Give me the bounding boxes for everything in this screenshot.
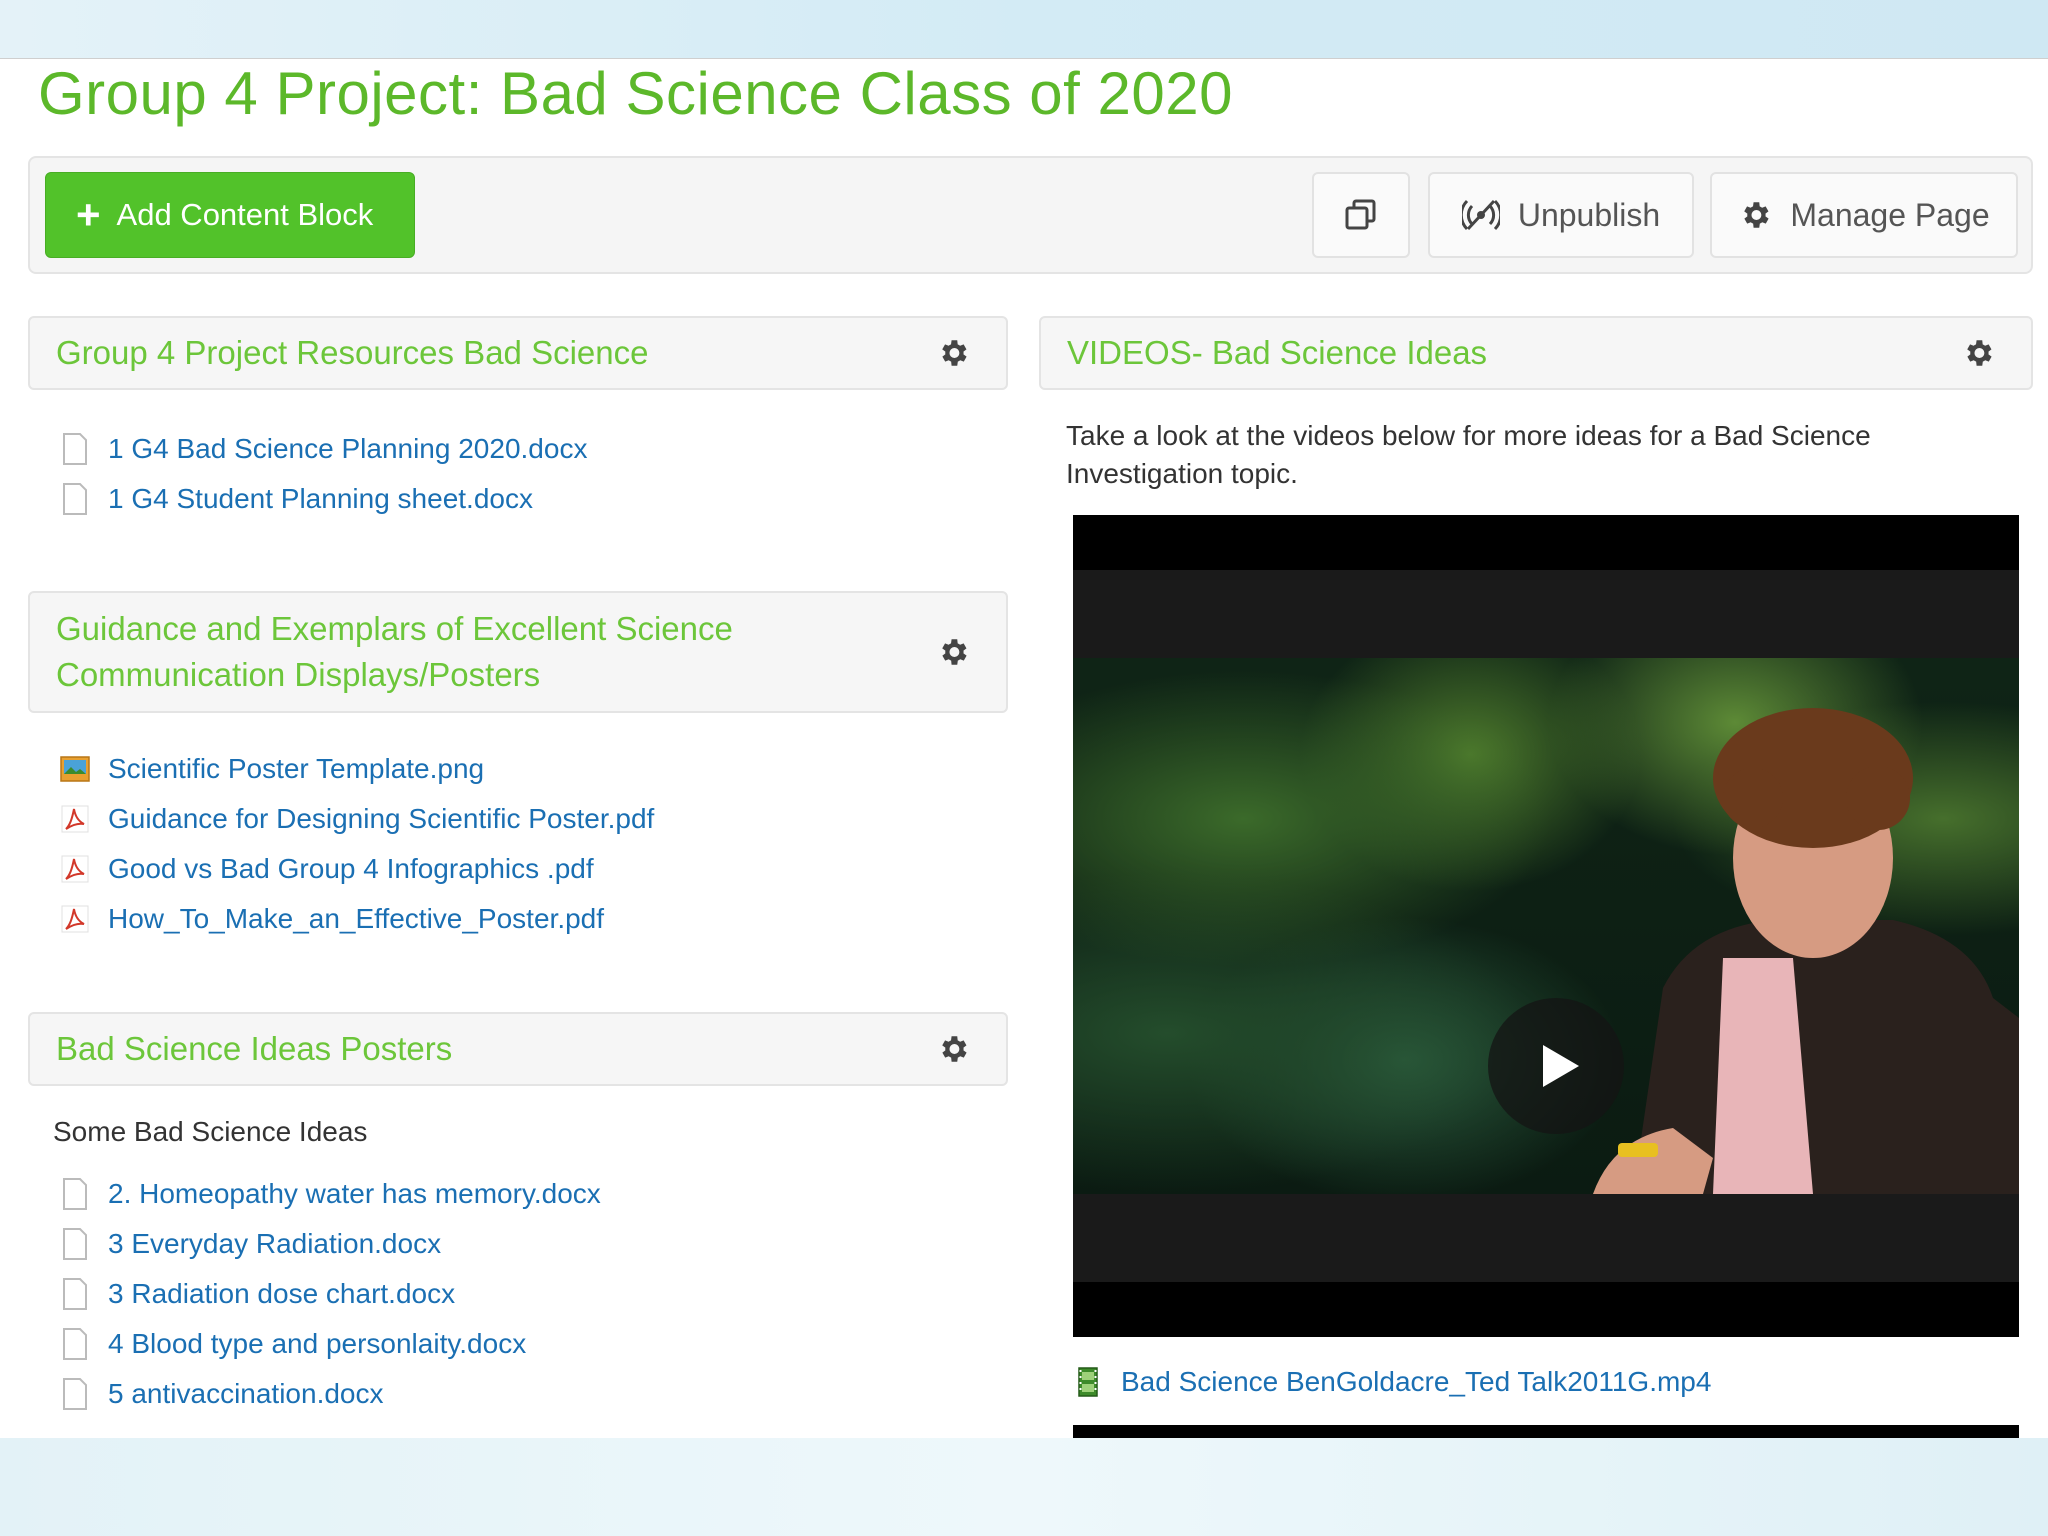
file-link[interactable]: 1 G4 Bad Science Planning 2020.docx [60, 424, 587, 474]
resources-block-title: Group 4 Project Resources Bad Science [56, 334, 649, 371]
document-icon [63, 1328, 87, 1360]
file-link[interactable]: 1 G4 Student Planning sheet.docx [60, 474, 587, 524]
web-page: Group 4 Project: Bad Science Class of 20… [0, 58, 2048, 1438]
document-icon [63, 1378, 87, 1410]
slide-frame-bottom [0, 1438, 2048, 1536]
gear-icon [1744, 202, 1769, 228]
posters-block-title: Bad Science Ideas Posters [56, 1030, 453, 1067]
document-icon [63, 1178, 87, 1210]
image-file-icon [60, 756, 90, 782]
video-letterbox-top [1073, 570, 2019, 658]
document-icon [63, 483, 87, 515]
video-file-link[interactable]: Bad Science BenGoldacre_Ted Talk2011G.mp… [1073, 1357, 1711, 1407]
add-content-block-label: Add Content Block [116, 197, 374, 232]
file-link[interactable]: 4 Blood type and personlaity.docx [60, 1319, 601, 1369]
page-toolbar: + Add Content Block Unpublish Manage Pag… [28, 156, 2033, 274]
unpublish-broadcast-icon [1461, 199, 1500, 231]
guidance-block-header: Guidance and Exemplars of Excellent Scie… [28, 591, 1008, 713]
pdf-icon [61, 805, 89, 833]
file-link[interactable]: 5 antivaccination.docx [60, 1369, 601, 1419]
duplicate-page-button[interactable] [1312, 172, 1410, 258]
resources-file-list: 1 G4 Bad Science Planning 2020.docx 1 G4… [60, 424, 587, 524]
file-link[interactable]: Good vs Bad Group 4 Infographics .pdf [60, 844, 654, 894]
play-button[interactable] [1488, 998, 1624, 1134]
videos-block-title: VIDEOS- Bad Science Ideas [1067, 334, 1488, 371]
block-settings-gear-icon[interactable] [936, 336, 970, 370]
resources-block-header: Group 4 Project Resources Bad Science [28, 316, 1008, 390]
guidance-block-title: Guidance and Exemplars of Excellent Scie… [56, 610, 733, 693]
posters-intro-text: Some Bad Science Ideas [53, 1116, 368, 1147]
video-letterbox-bottom [1073, 1194, 2019, 1282]
video-player[interactable] [1073, 515, 2019, 1337]
pdf-icon [61, 905, 89, 933]
slide-frame-top [0, 0, 2048, 58]
block-settings-gear-icon[interactable] [936, 635, 970, 669]
file-link[interactable]: Scientific Poster Template.png [60, 744, 654, 794]
document-icon [63, 1228, 87, 1260]
guidance-file-list: Scientific Poster Template.png Guidance … [60, 744, 654, 944]
posters-block-header: Bad Science Ideas Posters [28, 1012, 1008, 1086]
videos-description: Take a look at the videos below for more… [1066, 420, 1871, 489]
plus-icon: + [76, 191, 101, 238]
add-content-block-button[interactable]: + Add Content Block [45, 172, 415, 258]
block-settings-gear-icon[interactable] [1961, 336, 1995, 370]
file-link[interactable]: 3 Radiation dose chart.docx [60, 1269, 601, 1319]
manage-page-button[interactable]: Manage Page [1710, 172, 2018, 258]
manage-page-label: Manage Page [1790, 196, 1990, 233]
block-settings-gear-icon[interactable] [936, 1032, 970, 1066]
page-title: Group 4 Project: Bad Science Class of 20… [38, 60, 1233, 127]
file-link[interactable]: Guidance for Designing Scientific Poster… [60, 794, 654, 844]
posters-file-list: 2. Homeopathy water has memory.docx 3 Ev… [60, 1169, 601, 1419]
video-frame [1073, 658, 2019, 1194]
document-icon [63, 433, 87, 465]
copy-icon [1345, 199, 1376, 230]
play-icon [1543, 1045, 1579, 1087]
videos-block-header: VIDEOS- Bad Science Ideas [1039, 316, 2033, 390]
next-video-player-edge [1073, 1425, 2019, 1438]
document-icon [63, 1278, 87, 1310]
file-link[interactable]: 3 Everyday Radiation.docx [60, 1219, 601, 1269]
unpublish-label: Unpublish [1517, 196, 1661, 233]
unpublish-button[interactable]: Unpublish [1428, 172, 1694, 258]
pdf-icon [61, 855, 89, 883]
film-icon [1078, 1367, 1098, 1397]
file-link[interactable]: 2. Homeopathy water has memory.docx [60, 1169, 601, 1219]
file-link[interactable]: How_To_Make_an_Effective_Poster.pdf [60, 894, 654, 944]
